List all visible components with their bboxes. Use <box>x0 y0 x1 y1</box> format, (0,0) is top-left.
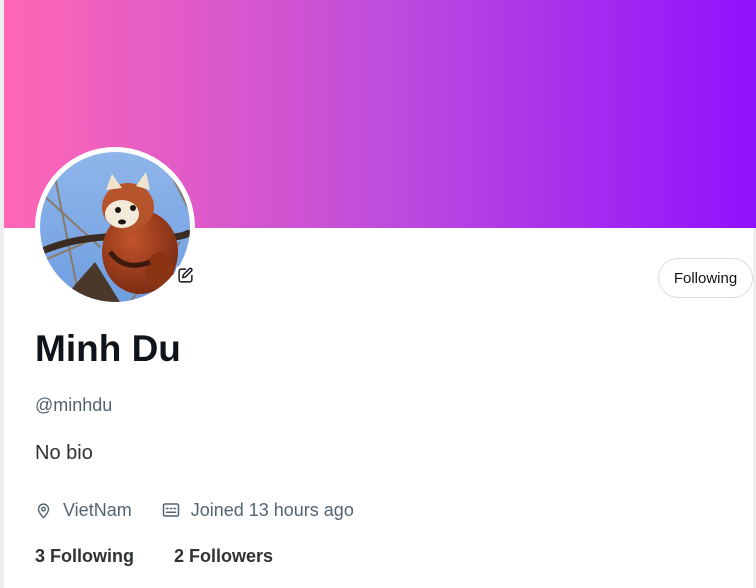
followers-stat[interactable]: 2 Followers <box>174 546 273 567</box>
edit-pencil-square-icon[interactable] <box>176 266 194 284</box>
profile-meta: VietNam Joined 13 hours ago <box>35 498 384 522</box>
profile-bio: No bio <box>35 442 93 464</box>
following-button[interactable]: Following <box>658 258 753 298</box>
calendar-id-card-icon <box>162 503 179 517</box>
location-item: VietNam <box>35 500 132 521</box>
joined-item: Joined 13 hours ago <box>162 500 354 521</box>
profile-page: Following Minh Du @minhdu No bio VietNam… <box>0 0 756 588</box>
avatar[interactable] <box>35 147 195 307</box>
followers-label: Followers <box>189 545 274 566</box>
profile-stats: 3 Following 2 Followers <box>35 544 313 568</box>
following-label: Following <box>50 545 134 566</box>
joined-text: Joined 13 hours ago <box>190 499 354 520</box>
followers-count: 2 <box>174 545 185 566</box>
map-pin-icon <box>37 502 50 518</box>
location-text: VietNam <box>63 499 132 520</box>
profile-name: Minh Du <box>35 328 181 369</box>
following-stat[interactable]: 3 Following <box>35 546 134 567</box>
avatar-image <box>40 152 190 302</box>
following-count: 3 <box>35 545 46 566</box>
profile-handle: @minhdu <box>35 395 113 415</box>
